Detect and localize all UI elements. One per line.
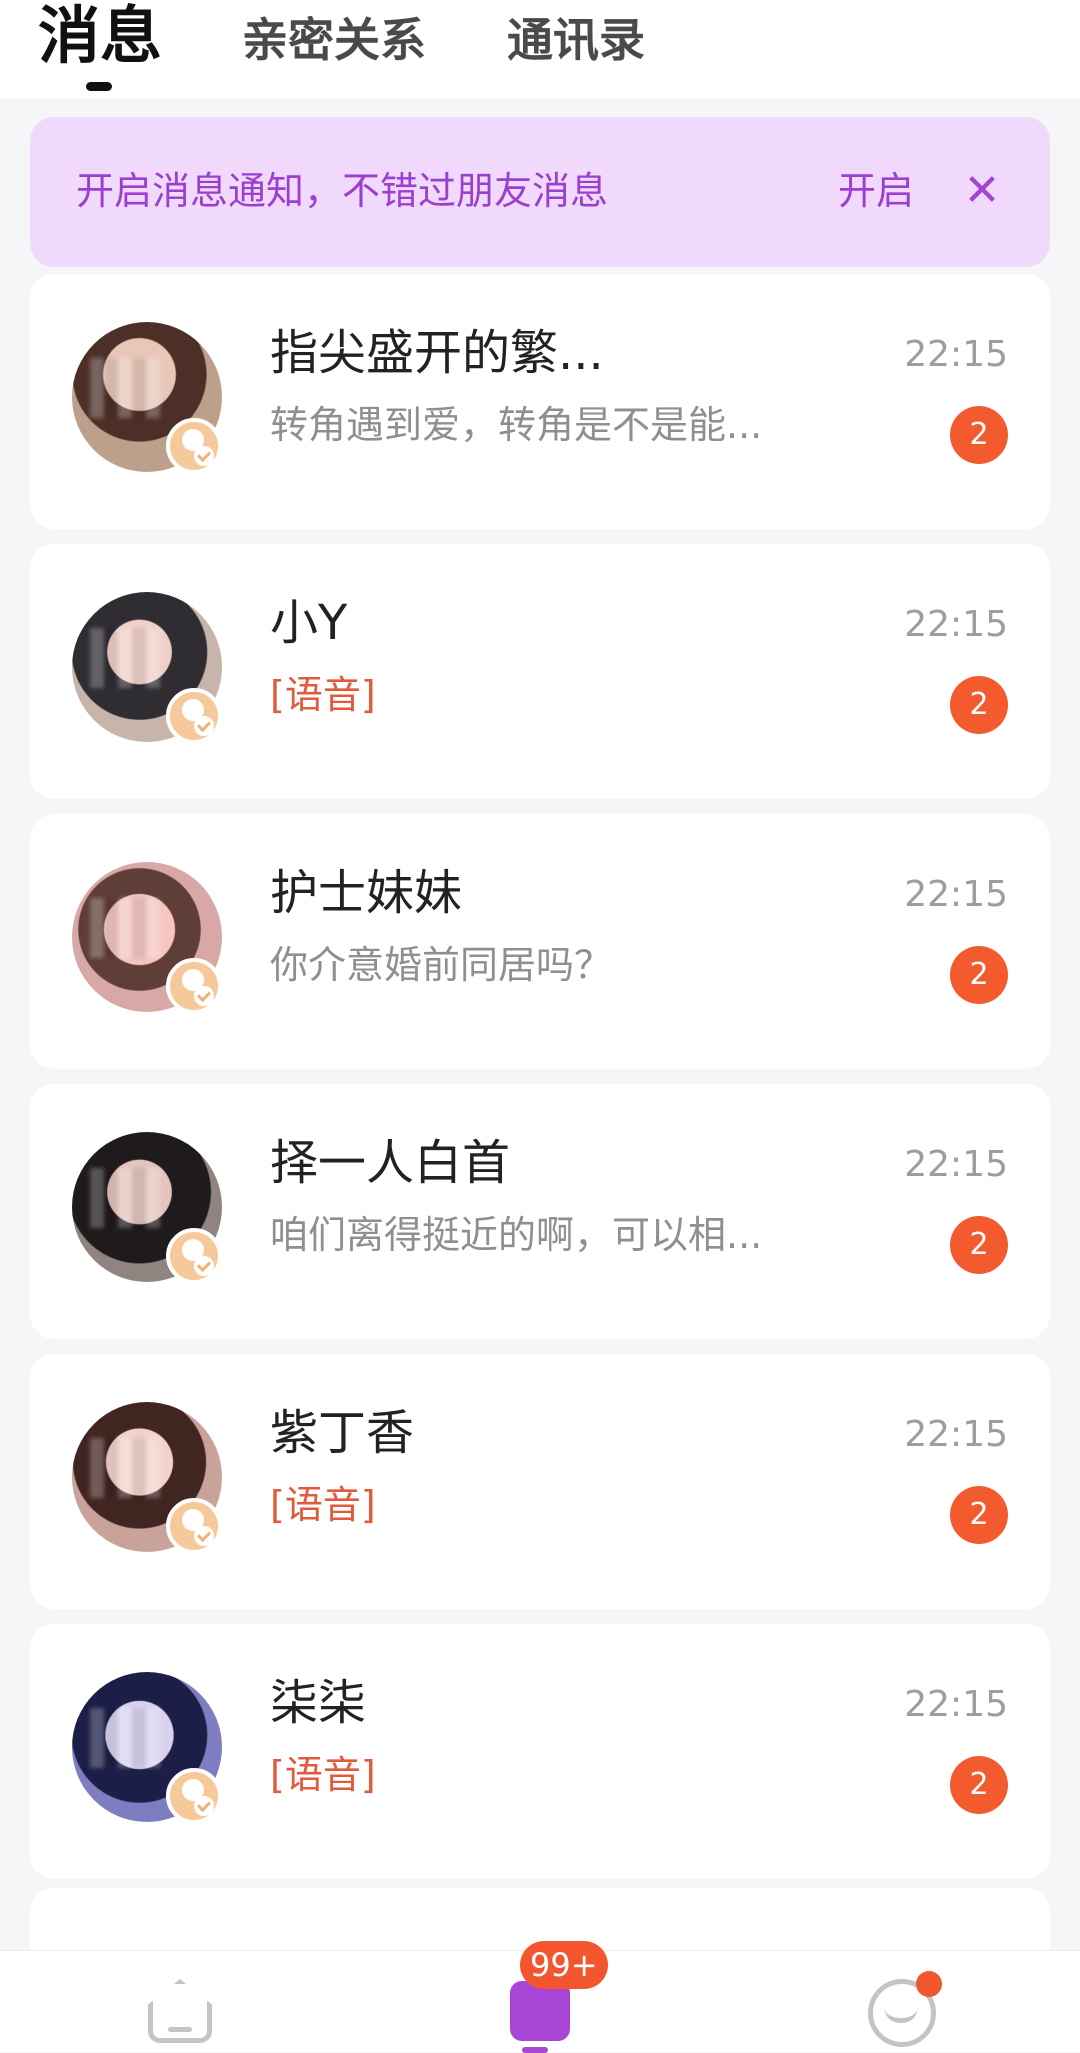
- enable-notification-button[interactable]: 开启: [838, 167, 914, 215]
- message-time: 22:15: [904, 604, 1008, 645]
- blurred-face: [90, 1708, 160, 1768]
- chat-icon: [510, 1981, 570, 2041]
- home-icon: [148, 1979, 212, 2043]
- voice-message-preview: [语音]: [270, 673, 376, 717]
- verified-user-icon: [166, 418, 222, 474]
- tab-indicator: [86, 82, 112, 91]
- conversation-card[interactable]: 指尖盛开的繁... 转角遇到爱，转角是不是能... 22:15 2: [30, 274, 1050, 529]
- blurred-face: [90, 1168, 160, 1228]
- message-time: 22:15: [904, 1414, 1008, 1455]
- tab-messages[interactable]: 消息: [38, 0, 162, 72]
- blurred-face: [90, 898, 160, 958]
- message-time: 22:15: [904, 1684, 1008, 1725]
- nav-messages[interactable]: 99+: [500, 1941, 608, 2053]
- verified-user-icon: [166, 958, 222, 1014]
- message-time: 22:15: [904, 874, 1008, 915]
- message-preview: 咱们离得挺近的啊，可以相...: [270, 1213, 763, 1257]
- tab-intimate[interactable]: 亲密关系: [242, 8, 426, 72]
- close-icon[interactable]: ✕: [954, 163, 1010, 219]
- voice-message-preview: [语音]: [270, 1753, 376, 1797]
- blurred-face: [90, 358, 160, 418]
- conversation-card[interactable]: 择一人白首 咱们离得挺近的啊，可以相... 22:15 2: [30, 1084, 1050, 1339]
- conversation-card[interactable]: 紫丁香 [语音] 22:15 2: [30, 1354, 1050, 1609]
- unread-badge: 2: [950, 406, 1008, 464]
- nav-profile[interactable]: [860, 1969, 942, 2049]
- banner-message: 开启消息通知，不错过朋友消息: [76, 169, 609, 213]
- message-preview: 转角遇到爱，转角是不是能...: [270, 403, 763, 447]
- message-preview: 你介意婚前同居吗？: [270, 943, 613, 987]
- home-icon-line: [168, 2027, 192, 2032]
- chat-icon-line: [522, 2047, 548, 2053]
- unread-badge: 2: [950, 1756, 1008, 1814]
- bottom-navigation: 99+: [0, 1941, 1080, 2053]
- contact-name: 紫丁香: [270, 1405, 415, 1461]
- blurred-face: [90, 628, 160, 688]
- contact-name: 柒柒: [270, 1675, 367, 1731]
- verified-user-icon: [166, 1498, 222, 1554]
- unread-badge: 2: [950, 676, 1008, 734]
- notification-dot: [916, 1971, 942, 1997]
- tab-contacts[interactable]: 通讯录: [507, 8, 645, 72]
- conversation-card[interactable]: 护士妹妹 你介意婚前同居吗？ 22:15 2: [30, 814, 1050, 1069]
- message-time: 22:15: [904, 1144, 1008, 1185]
- conversation-card[interactable]: 小Y [语音] 22:15 2: [30, 544, 1050, 799]
- nav-home[interactable]: [140, 1969, 220, 2049]
- verified-user-icon: [166, 1228, 222, 1284]
- messages-count-badge: 99+: [520, 1941, 608, 1989]
- voice-message-preview: [语音]: [270, 1483, 376, 1527]
- top-tab-bar: 消息 亲密关系 通讯录: [0, 0, 1080, 98]
- verified-user-icon: [166, 688, 222, 744]
- unread-badge: 2: [950, 1216, 1008, 1274]
- message-time: 22:15: [904, 334, 1008, 375]
- contact-name: 小Y: [270, 595, 348, 651]
- verified-user-icon: [166, 1768, 222, 1824]
- notification-banner: 开启消息通知，不错过朋友消息 开启 ✕: [30, 117, 1050, 267]
- contact-name: 指尖盛开的繁...: [270, 325, 604, 381]
- contact-name: 护士妹妹: [270, 865, 463, 921]
- unread-badge: 2: [950, 1486, 1008, 1544]
- unread-badge: 2: [950, 946, 1008, 1004]
- blurred-face: [90, 1438, 160, 1498]
- messages-screen: 消息 亲密关系 通讯录 开启消息通知，不错过朋友消息 开启 ✕ 指尖盛开的繁..…: [0, 0, 1080, 2053]
- contact-name: 择一人白首: [270, 1135, 511, 1191]
- conversation-card[interactable]: 柒柒 [语音] 22:15 2: [30, 1624, 1050, 1879]
